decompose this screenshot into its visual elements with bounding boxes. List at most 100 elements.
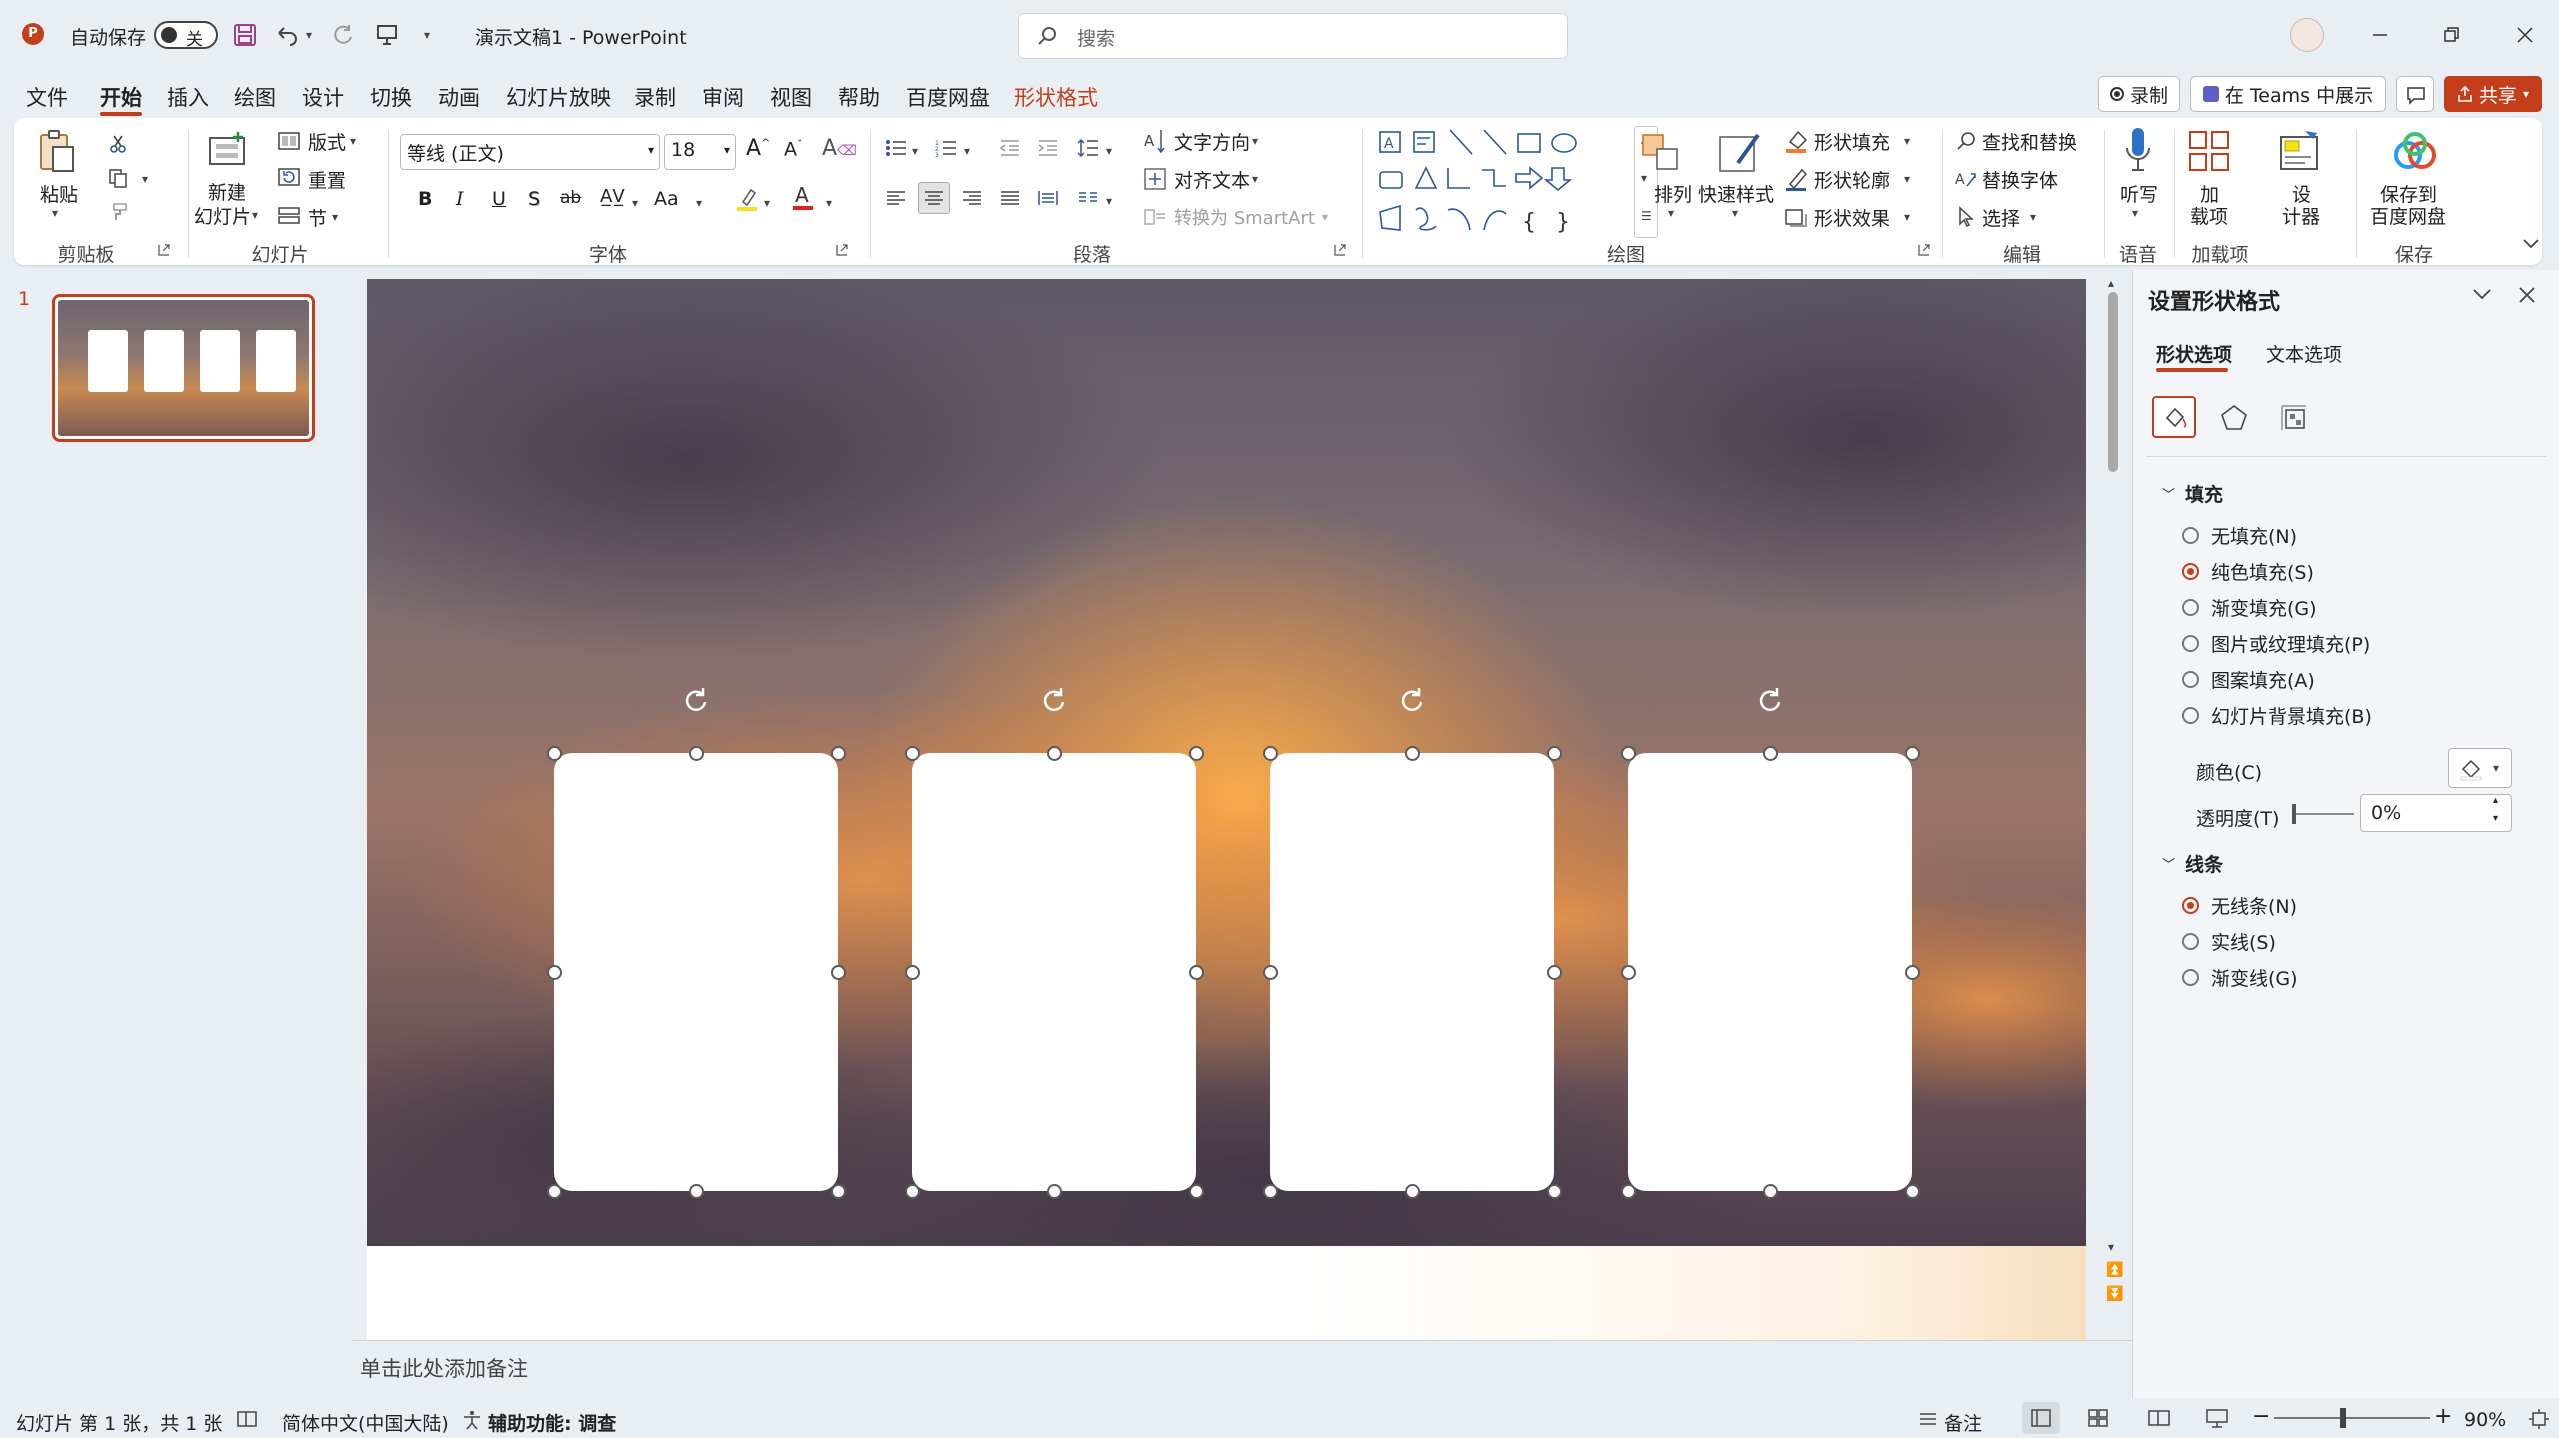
layout-label[interactable]: 版式 — [308, 128, 346, 155]
save-icon[interactable] — [230, 20, 260, 50]
fill-option[interactable]: 图案填充(A) — [2182, 666, 2315, 693]
accessibility-icon[interactable] — [462, 1410, 482, 1430]
resize-handle[interactable] — [1405, 1184, 1420, 1199]
drawing-launcher-icon[interactable] — [1918, 244, 1930, 256]
tab-design[interactable]: 设计 — [302, 82, 344, 112]
fill-option[interactable]: 无填充(N) — [2182, 522, 2297, 549]
line-section-header[interactable]: ﹀ 线条 — [2162, 850, 2223, 877]
align-right-icon[interactable] — [958, 184, 986, 212]
section-icon[interactable] — [276, 202, 302, 228]
select-label[interactable]: 选择 — [1982, 204, 2020, 231]
resize-handle[interactable] — [831, 746, 846, 761]
character-spacing-icon[interactable]: A̲V̲ — [600, 186, 625, 207]
share-button[interactable]: 共享 ▾ — [2444, 76, 2542, 112]
character-spacing-dropdown-icon[interactable]: ▾ — [632, 196, 638, 210]
customize-quick-access-icon[interactable]: ▾ — [424, 28, 430, 42]
language-indicator[interactable]: 简体中文(中国大陆) — [282, 1409, 449, 1436]
resize-handle[interactable] — [1189, 746, 1204, 761]
line-option[interactable]: 无线条(N) — [2182, 892, 2297, 919]
dictate-dropdown-icon[interactable]: ▾ — [2132, 206, 2138, 220]
tab-help[interactable]: 帮助 — [838, 82, 880, 112]
resize-handle[interactable] — [1621, 746, 1636, 761]
minimize-icon[interactable] — [2365, 20, 2395, 50]
quick-styles-icon[interactable] — [1714, 128, 1766, 178]
fill-radio[interactable] — [2182, 635, 2199, 652]
quick-styles-dropdown-icon[interactable]: ▾ — [1732, 206, 1738, 220]
line-option[interactable]: 实线(S) — [2182, 928, 2276, 955]
spin-up-icon[interactable]: ▴ — [2493, 795, 2498, 806]
section-label[interactable]: 节 — [308, 204, 327, 231]
clipboard-launcher-icon[interactable] — [158, 244, 170, 256]
undo-icon[interactable] — [272, 20, 302, 50]
zoom-slider-thumb[interactable] — [2340, 1408, 2346, 1428]
tab-shape-format[interactable]: 形状格式 — [1014, 82, 1098, 112]
rounded-card-4[interactable] — [1628, 753, 1912, 1191]
change-case-dropdown-icon[interactable]: ▾ — [696, 196, 702, 210]
copy-icon[interactable] — [104, 164, 132, 192]
select-dropdown-icon[interactable]: ▾ — [2030, 210, 2036, 224]
designer-icon[interactable] — [2276, 126, 2326, 176]
resize-handle[interactable] — [1763, 746, 1778, 761]
vertical-scrollbar[interactable]: ▴ ▾ ⏫ ⏬ — [2104, 276, 2124, 1316]
resize-handle[interactable] — [1763, 1184, 1778, 1199]
shape-outline-label[interactable]: 形状轮廓 — [1814, 166, 1890, 193]
notes-placeholder[interactable]: 单击此处添加备注 — [360, 1353, 528, 1383]
smartart-dropdown-icon[interactable]: ▾ — [1322, 210, 1328, 224]
tab-record[interactable]: 录制 — [634, 82, 676, 112]
resize-handle[interactable] — [905, 965, 920, 980]
rounded-card-1[interactable] — [554, 753, 838, 1191]
resize-handle[interactable] — [689, 1184, 704, 1199]
find-icon[interactable] — [1954, 128, 1978, 154]
new-slide-label-2[interactable]: 幻灯片 — [194, 202, 251, 229]
paste-icon[interactable] — [36, 128, 78, 176]
arrange-icon[interactable] — [1636, 128, 1686, 178]
text-direction-dropdown-icon[interactable]: ▾ — [1252, 134, 1258, 148]
zoom-slider-track[interactable] — [2274, 1417, 2430, 1419]
pane-close-icon[interactable] — [2518, 286, 2540, 308]
slide-canvas[interactable] — [367, 279, 2086, 1246]
scroll-up-icon[interactable]: ▴ — [2108, 276, 2114, 290]
rotate-handle-icon[interactable] — [681, 685, 711, 715]
notes-toggle[interactable]: 备注 — [1944, 1409, 1982, 1436]
present-from-start-icon[interactable] — [372, 20, 402, 50]
copy-dropdown-icon[interactable]: ▾ — [142, 172, 148, 186]
restore-icon[interactable] — [2436, 20, 2466, 50]
new-slide-label-1[interactable]: 新建 — [208, 178, 246, 205]
bullets-dropdown-icon[interactable]: ▾ — [912, 144, 918, 158]
resize-handle[interactable] — [905, 1184, 920, 1199]
font-size-combo[interactable]: 18 ▾ — [664, 134, 736, 170]
scroll-down-icon[interactable]: ▾ — [2108, 1240, 2114, 1254]
shadow-button[interactable]: S — [528, 188, 540, 210]
next-slide-icon[interactable]: ⏬ — [2106, 1286, 2123, 1302]
format-painter-icon[interactable] — [104, 198, 132, 226]
decrease-font-size-icon[interactable]: Aˇ — [784, 138, 803, 160]
pane-options-chevron-icon[interactable] — [2472, 288, 2494, 310]
reset-label[interactable]: 重置 — [308, 166, 346, 193]
line-spacing-icon[interactable] — [1074, 134, 1102, 162]
slide-sorter-icon[interactable] — [2088, 1409, 2108, 1427]
dictate-label[interactable]: 听写 — [2120, 180, 2158, 207]
effects-tab[interactable] — [2214, 398, 2254, 438]
spin-down-icon[interactable]: ▾ — [2493, 813, 2498, 824]
tab-view[interactable]: 视图 — [770, 82, 812, 112]
transparency-input[interactable]: 0% ▴ ▾ — [2360, 794, 2512, 832]
search-box[interactable]: 搜索 — [1018, 13, 1568, 59]
paste-label[interactable]: 粘贴 — [40, 180, 78, 207]
addins-icon[interactable] — [2186, 126, 2232, 176]
increase-indent-icon[interactable] — [1034, 134, 1062, 162]
fill-option[interactable]: 渐变填充(G) — [2182, 594, 2317, 621]
redo-icon[interactable] — [328, 20, 358, 50]
quick-styles-label[interactable]: 快速样式 — [1698, 180, 1774, 207]
change-case-button[interactable]: Aa — [654, 188, 679, 210]
columns-icon[interactable] — [1074, 184, 1102, 212]
cut-icon[interactable] — [104, 130, 132, 158]
fill-radio[interactable] — [2182, 671, 2199, 688]
rotate-handle-icon[interactable] — [1039, 685, 1069, 715]
resize-handle[interactable] — [1905, 746, 1920, 761]
fill-option[interactable]: 幻灯片背景填充(B) — [2182, 702, 2372, 729]
resize-handle[interactable] — [831, 1184, 846, 1199]
collapse-ribbon-icon[interactable] — [2522, 238, 2542, 254]
shape-fill-dropdown-icon[interactable]: ▾ — [1904, 134, 1910, 148]
smartart-label[interactable]: 转换为 SmartArt — [1174, 204, 1315, 230]
resize-handle[interactable] — [1621, 1184, 1636, 1199]
